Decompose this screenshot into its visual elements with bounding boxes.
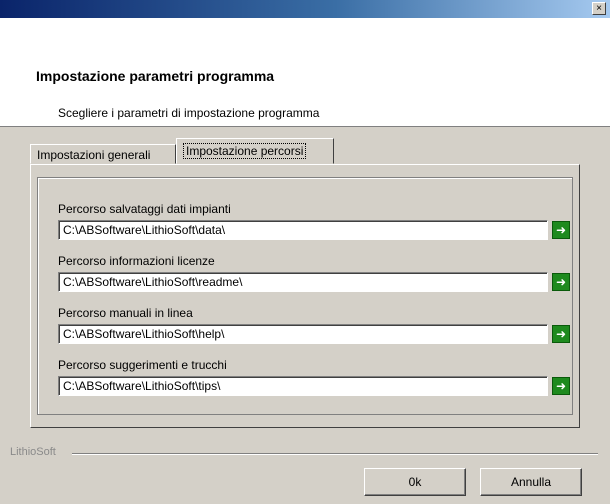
close-button[interactable]: × (592, 2, 606, 15)
arrow-right-icon: ➜ (555, 379, 567, 393)
data-path-browse-button[interactable]: ➜ (552, 221, 570, 239)
tab-path-settings[interactable]: Impostazione percorsi (176, 138, 334, 164)
tips-path-label: Percorso suggerimenti e trucchi (58, 358, 227, 372)
data-path-label: Percorso salvataggi dati impianti (58, 202, 231, 216)
tab-label: Impostazioni generali (37, 148, 151, 162)
dialog-header: Impostazione parametri programma Sceglie… (0, 18, 610, 127)
tips-path-browse-button[interactable]: ➜ (552, 377, 570, 395)
tab-general-settings[interactable]: Impostazioni generali (30, 144, 176, 164)
data-path-field[interactable] (58, 220, 548, 240)
arrow-right-icon: ➜ (555, 223, 567, 237)
dialog-title: Impostazione parametri programma (36, 68, 275, 84)
arrow-right-icon: ➜ (555, 327, 567, 341)
license-path-field[interactable] (58, 272, 548, 292)
manual-path-field[interactable] (58, 324, 548, 344)
ok-button[interactable]: 0k (364, 468, 466, 496)
manual-path-label: Percorso manuali in linea (58, 306, 193, 320)
tips-path-field[interactable] (58, 376, 548, 396)
tab-label: Impostazione percorsi (183, 143, 307, 159)
paths-group: Percorso salvataggi dati impianti ➜ Perc… (37, 177, 573, 415)
footer-divider (72, 453, 598, 455)
license-path-browse-button[interactable]: ➜ (552, 273, 570, 291)
title-bar: × (0, 0, 610, 18)
license-path-label: Percorso informazioni licenze (58, 254, 215, 268)
close-icon: × (596, 3, 602, 14)
arrow-right-icon: ➜ (555, 275, 567, 289)
dialog-subtitle: Scegliere i parametri di impostazione pr… (58, 106, 320, 120)
manual-path-browse-button[interactable]: ➜ (552, 325, 570, 343)
brand-label: LithioSoft (10, 446, 56, 458)
cancel-button[interactable]: Annulla (480, 468, 582, 496)
tab-panel-paths: Percorso salvataggi dati impianti ➜ Perc… (30, 164, 580, 428)
